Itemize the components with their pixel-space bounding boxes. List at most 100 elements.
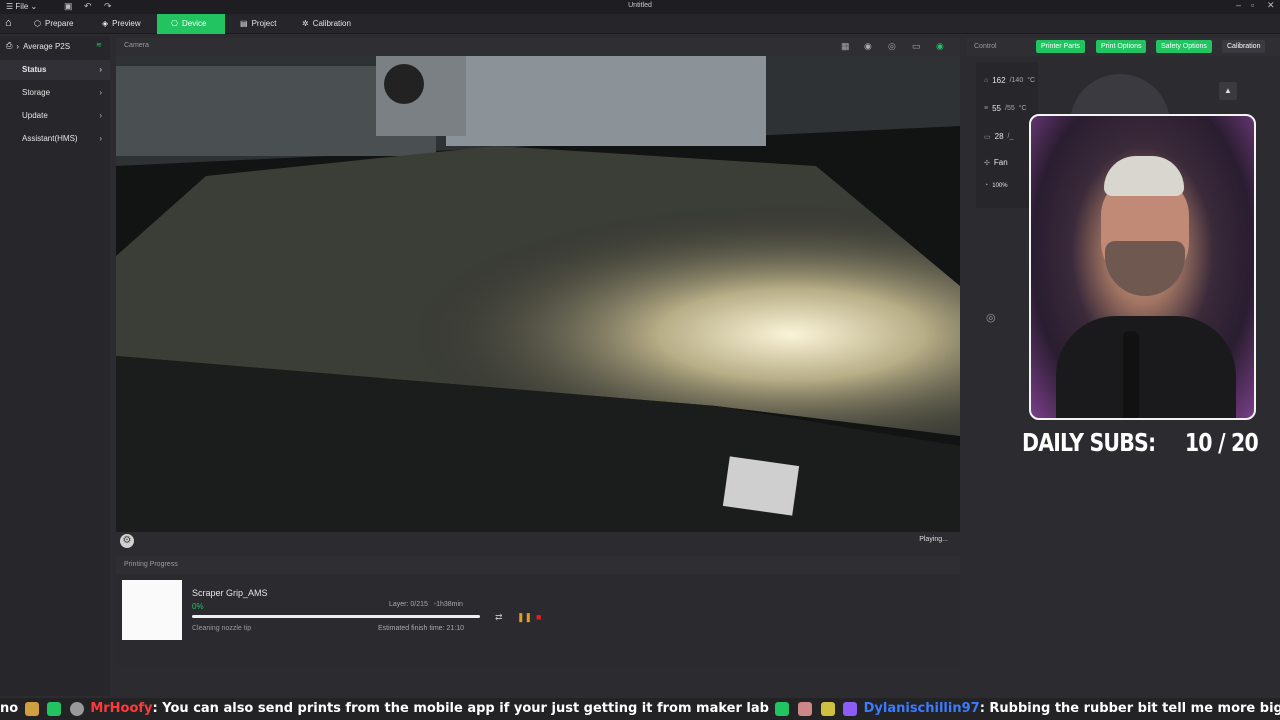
printer-icon: ⎙ <box>6 41 13 50</box>
chevron-right-icon: › <box>99 65 102 74</box>
lamp-icon[interactable]: ◎ <box>986 311 996 324</box>
sidebar-item-label: Update <box>22 111 48 120</box>
bed-temp-unit: °C <box>1018 105 1027 112</box>
print-stage: Cleaning nozzle tip <box>192 625 252 632</box>
chevron-right-icon: › <box>16 41 20 51</box>
fan-label: Fan <box>993 158 1008 167</box>
chamber-temp-target: /_ <box>1007 133 1014 140</box>
sidebar-item-label: Assistant(HMS) <box>22 134 78 143</box>
title-bar: ☰ File ⌄ ▣ ↶ ↷ Untitled – ▫ ✕ <box>0 0 1280 14</box>
snapshot-icon[interactable]: ◎ <box>888 41 896 52</box>
sidebar-item-status[interactable]: Status › <box>0 60 110 80</box>
sidebar-item-update[interactable]: Update › <box>0 106 110 126</box>
emote-icon <box>820 701 835 716</box>
calibration-icon: ✲ <box>302 19 309 28</box>
preview-icon: ◈ <box>102 19 109 28</box>
avatar-icon <box>69 701 84 716</box>
safety-options-button[interactable]: Safety Options <box>1156 40 1212 53</box>
camera-status-bar: ⚙ Playing... <box>116 532 960 550</box>
tab-prepare[interactable]: ⬡ Prepare <box>26 14 81 34</box>
chat-message: : You can also send prints from the mobi… <box>152 701 769 716</box>
wifi-icon: ≋ <box>96 42 102 49</box>
chamber-temp[interactable]: ▭ 28/_ <box>984 132 1017 141</box>
progress-label: Printing Progress <box>124 561 178 568</box>
daily-subs-label: DAILY SUBS: <box>1022 428 1156 457</box>
camera-settings-icon[interactable]: ⚙ <box>120 534 134 548</box>
progress-percent: 0% <box>192 602 204 611</box>
nozzle-temp[interactable]: ⌂ 162/140 °C <box>984 76 1035 85</box>
bed-temp[interactable]: ≡ 55/55 °C <box>984 104 1027 113</box>
tab-preview[interactable]: ◈ Preview <box>94 14 149 34</box>
camera-label: Camera <box>124 42 149 49</box>
webcam-beard <box>1105 241 1185 296</box>
print-thumbnail <box>122 580 182 640</box>
maximize-icon[interactable]: ▫ <box>1251 0 1254 10</box>
tab-project-label: Project <box>251 19 277 28</box>
minimize-icon[interactable]: – <box>1236 0 1241 10</box>
sidebar-item-assistant[interactable]: Assistant(HMS) › <box>0 129 110 149</box>
sd-card-icon[interactable]: ▦ <box>841 41 850 52</box>
progress-bar <box>192 615 480 618</box>
nozzle-icon: ⌂ <box>984 77 989 84</box>
main-nav: ⌂ ⬡ Prepare ◈ Preview ⎔ Device ▤ Project ✲ Ca… <box>0 14 1280 34</box>
camera-feed-image <box>116 56 960 532</box>
nozzle-temp-current: 162 <box>992 76 1006 85</box>
device-icon: ⎔ <box>171 19 178 28</box>
skip-icon[interactable]: ⇄ <box>495 612 503 623</box>
home-icon[interactable]: ⌂ <box>5 17 18 30</box>
camera-feed <box>116 56 960 532</box>
camera-on-icon[interactable]: ◉ <box>936 41 944 52</box>
camera-playing-status: Playing... <box>919 536 948 543</box>
chevron-right-icon: › <box>99 88 102 97</box>
microphone <box>1123 331 1139 418</box>
sidebar-item-label: Storage <box>22 88 51 97</box>
tab-project[interactable]: ▤ Project <box>232 14 284 34</box>
chat-ticker: no MrHoofy: You can also send prints fro… <box>0 698 1280 720</box>
emote-icon <box>47 701 62 716</box>
tab-calibration-label: Calibration <box>312 19 351 28</box>
tab-calibration[interactable]: ✲ Calibration <box>294 14 359 34</box>
estimated-finish: Estimated finish time: 21:10 <box>378 625 464 632</box>
chevron-right-icon: › <box>99 134 102 143</box>
emote-icon <box>24 701 39 716</box>
tab-device-label: Device <box>181 19 207 28</box>
speed-icon: ◔ <box>984 182 989 189</box>
tab-device[interactable]: ⎔ Device <box>157 14 225 34</box>
bed-temp-target: /55 <box>1005 105 1015 112</box>
stop-icon[interactable]: ■ <box>536 612 541 622</box>
timelapse-icon[interactable]: ◉ <box>864 41 872 52</box>
printing-progress-panel: Scraper Grip_AMS 0% Layer: 0/215 -1h38mi… <box>116 574 960 666</box>
calibration-button[interactable]: Calibration <box>1222 40 1266 53</box>
bed-up-button[interactable]: ▲ <box>1219 82 1237 100</box>
nozzle-temp-unit: °C <box>1027 77 1036 84</box>
tab-prepare-label: Prepare <box>44 19 74 28</box>
webcam-hair <box>1104 156 1184 196</box>
ticker-prefix: no <box>0 701 19 716</box>
chamber-temp-current: 28 <box>994 132 1004 141</box>
time-remaining: -1h38min <box>433 601 463 608</box>
printer-parts-button[interactable]: Printer Parts <box>1036 40 1085 53</box>
bed-temp-current: 55 <box>992 104 1001 113</box>
control-label: Control <box>974 43 997 50</box>
record-icon[interactable]: ▭ <box>912 41 921 52</box>
daily-subs-value: 10 / 20 <box>1184 428 1259 457</box>
pause-icon[interactable]: ❚❚ <box>517 612 532 623</box>
tab-preview-label: Preview <box>112 19 141 28</box>
speed-control[interactable]: ◔ 100% <box>984 182 1008 189</box>
emote-icon <box>843 701 858 716</box>
close-icon[interactable]: ✕ <box>1267 0 1275 11</box>
fan-control[interactable]: ✣ Fan <box>984 158 1008 167</box>
printer-name: Average P2S <box>23 41 71 51</box>
webcam-shirt <box>1056 316 1236 418</box>
print-options-button[interactable]: Print Options <box>1096 40 1147 53</box>
chamber-icon: ▭ <box>984 133 991 141</box>
camera-header: Camera ▦ ◉ ◎ ▭ ◉ <box>116 38 960 56</box>
bed-icon: ≡ <box>984 105 989 112</box>
speed-value: 100% <box>992 182 1008 189</box>
sidebar-item-storage[interactable]: Storage › <box>0 83 110 103</box>
daily-subs-counter: DAILY SUBS: 10 / 20 <box>1022 428 1259 457</box>
progress-header: Printing Progress <box>116 556 960 574</box>
control-header: Control Printer Parts Print Options Safe… <box>966 38 1280 56</box>
emote-icon <box>775 701 790 716</box>
printer-selector[interactable]: ⎙ › Average P2S ≋ <box>6 41 102 51</box>
